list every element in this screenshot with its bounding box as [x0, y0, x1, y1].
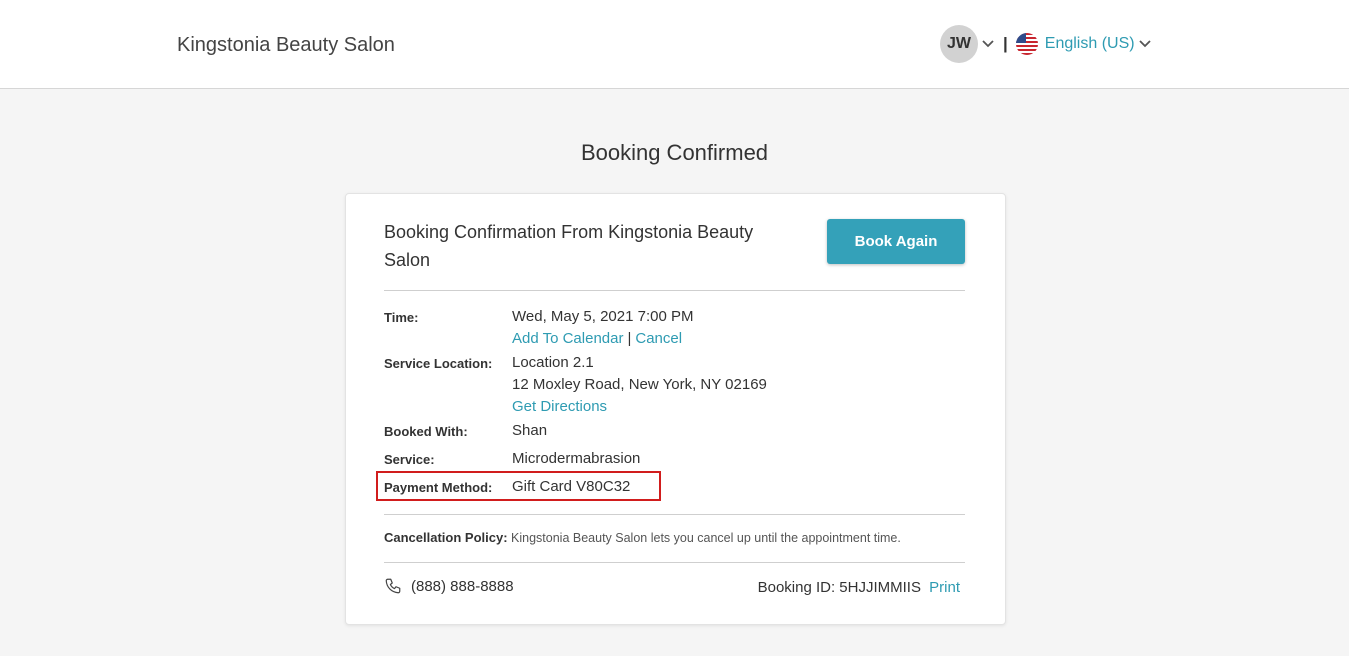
- print-link[interactable]: Print: [929, 579, 960, 596]
- payment-highlight-box: [376, 471, 661, 501]
- booking-id: Booking ID: 5HJJIMMIIS: [757, 579, 921, 596]
- location-address: 12 Moxley Road, New York, NY 02169: [512, 376, 767, 393]
- language-selector[interactable]: English (US): [1045, 35, 1135, 53]
- policy-label: Cancellation Policy:: [384, 530, 508, 545]
- service-label: Service:: [384, 452, 435, 467]
- phone-number[interactable]: (888) 888-8888: [411, 578, 514, 595]
- booked-with-label: Booked With:: [384, 424, 468, 439]
- time-value-block: Wed, May 5, 2021 7:00 PM Add To Calendar…: [512, 306, 694, 350]
- booked-with-value: Shan: [512, 422, 548, 439]
- booking-card: Booking Confirmation From Kingstonia Bea…: [345, 193, 1006, 625]
- service-value: Microdermabrasion: [512, 450, 641, 467]
- cancellation-policy: Cancellation Policy: Kingstonia Beauty S…: [384, 530, 901, 545]
- divider: [384, 514, 965, 515]
- chevron-down-icon[interactable]: [981, 37, 995, 51]
- policy-text: Kingstonia Beauty Salon lets you cancel …: [511, 531, 901, 545]
- phone-contact: (888) 888-8888: [384, 577, 514, 595]
- link-divider: |: [627, 330, 632, 347]
- location-label: Service Location:: [384, 356, 493, 371]
- header-separator: |: [1003, 34, 1008, 53]
- phone-icon: [385, 578, 401, 594]
- book-again-button[interactable]: Book Again: [827, 219, 965, 264]
- location-value-block: Location 2.1 12 Moxley Road, New York, N…: [512, 352, 767, 418]
- time-value: Wed, May 5, 2021 7:00 PM: [512, 308, 694, 325]
- divider: [384, 290, 965, 291]
- user-area: JW | English (US): [940, 24, 1152, 64]
- time-label: Time:: [384, 310, 419, 325]
- chevron-down-icon[interactable]: [1138, 37, 1152, 51]
- page-title: Booking Confirmed: [580, 140, 769, 165]
- card-heading: Booking Confirmation From Kingstonia Bea…: [384, 222, 754, 270]
- user-avatar[interactable]: JW: [940, 25, 978, 63]
- time-actions: Add To Calendar | Cancel: [512, 328, 694, 350]
- cancel-link[interactable]: Cancel: [635, 330, 682, 347]
- booking-id-block: Booking ID: 5HJJIMMIIS Print: [758, 579, 960, 596]
- us-flag-icon: [1015, 33, 1038, 55]
- get-directions-link[interactable]: Get Directions: [512, 398, 607, 415]
- top-bar: Kingstonia Beauty Salon JW | English (US…: [0, 0, 1349, 89]
- divider: [384, 562, 965, 563]
- brand-name[interactable]: Kingstonia Beauty Salon: [177, 34, 395, 57]
- location-name: Location 2.1: [512, 354, 594, 371]
- add-to-calendar-link[interactable]: Add To Calendar: [512, 330, 623, 347]
